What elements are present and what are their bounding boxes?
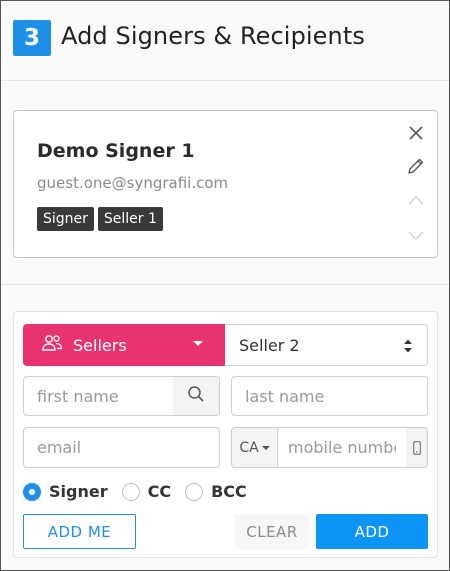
radio-bcc[interactable]: BCC: [185, 482, 247, 501]
first-name-input[interactable]: [23, 376, 174, 416]
radio-cc-label: CC: [147, 482, 172, 501]
close-icon[interactable]: [406, 123, 426, 143]
last-name-input[interactable]: [231, 376, 428, 416]
step-number-badge: 3: [13, 20, 51, 56]
country-code-dropdown[interactable]: CA: [231, 427, 278, 468]
email-input[interactable]: [23, 427, 220, 468]
role-select-value: Seller 2: [239, 335, 300, 355]
group-dropdown-button[interactable]: Sellers: [23, 324, 225, 366]
search-icon: [187, 385, 205, 407]
users-icon: [41, 334, 63, 356]
radio-signer-indicator[interactable]: [23, 482, 41, 501]
radio-cc[interactable]: CC: [121, 482, 172, 501]
select-arrows-icon: [403, 338, 413, 358]
search-contact-button[interactable]: [173, 376, 220, 416]
radio-signer-label: Signer: [49, 482, 108, 501]
add-me-button[interactable]: ADD ME: [23, 514, 136, 549]
edit-pencil-icon[interactable]: [406, 156, 426, 176]
caret-down-icon: [193, 341, 203, 346]
radio-signer[interactable]: Signer: [23, 482, 108, 501]
role-tag: Signer: [37, 207, 94, 231]
group-tag: Seller 1: [97, 207, 163, 231]
caret-down-icon: [261, 445, 270, 450]
group-dropdown-label: Sellers: [73, 335, 127, 355]
clear-button[interactable]: CLEAR: [235, 514, 309, 549]
recipient-type-radio-group: Signer CC BCC: [23, 482, 261, 501]
radio-bcc-indicator[interactable]: [185, 482, 204, 501]
signer-tags: Signer Seller 1: [37, 207, 163, 231]
radio-cc-indicator[interactable]: [121, 482, 140, 501]
move-down-chevron-icon[interactable]: [406, 226, 426, 246]
signer-name: Demo Signer 1: [37, 140, 195, 162]
radio-bcc-label: BCC: [211, 482, 247, 501]
mobile-number-input[interactable]: [277, 427, 407, 468]
signer-email: guest.one@syngrafii.com: [37, 174, 229, 192]
country-code-label: CA: [239, 439, 259, 456]
signer-card: Demo Signer 1 guest.one@syngrafii.com Si…: [13, 110, 438, 258]
add-button[interactable]: ADD: [316, 514, 428, 549]
mobile-phone-icon: [406, 427, 428, 468]
step-title: Add Signers & Recipients: [61, 22, 365, 50]
move-up-chevron-icon[interactable]: [406, 190, 426, 210]
role-select[interactable]: Seller 2: [225, 324, 428, 366]
